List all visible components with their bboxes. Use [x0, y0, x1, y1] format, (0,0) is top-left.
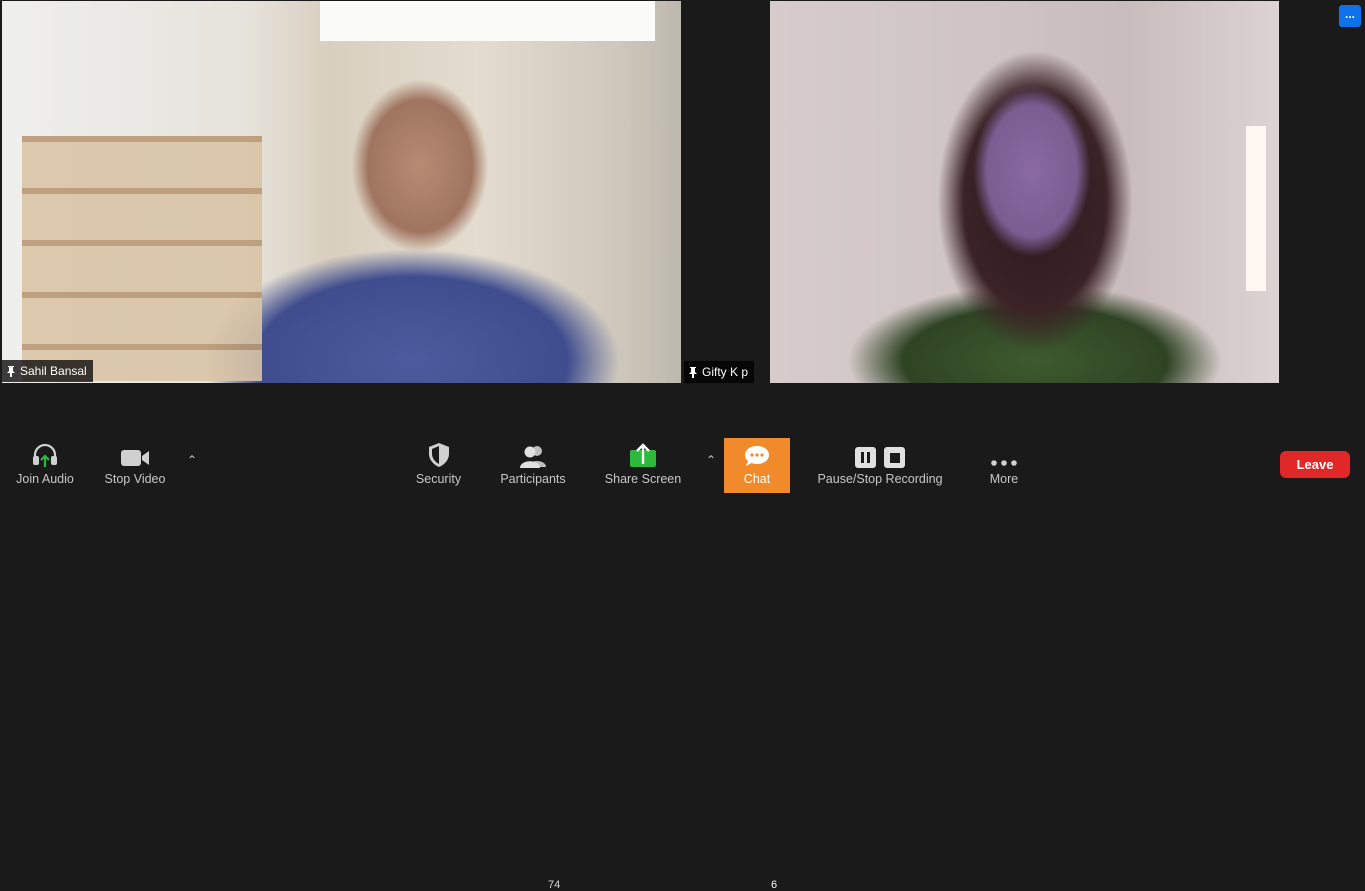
- share-options-caret-icon[interactable]: ⌃: [706, 453, 716, 467]
- participant-name-label: Sahil Bansal: [2, 360, 93, 382]
- participants-count: 74: [548, 879, 561, 891]
- video-camera-icon: [121, 450, 149, 466]
- stop-video-button[interactable]: Stop Video: [102, 438, 168, 493]
- pause-icon: [861, 452, 870, 463]
- pin-icon: [689, 367, 697, 378]
- video-options-caret-icon[interactable]: ⌃: [187, 453, 197, 467]
- headphones-icon: [33, 443, 57, 467]
- chat-bubble-icon: [745, 446, 769, 466]
- participants-icon: [520, 446, 546, 468]
- chat-label: Chat: [743, 472, 771, 486]
- join-audio-button[interactable]: Join Audio: [14, 438, 76, 493]
- stop-icon: [889, 452, 900, 463]
- security-label: Security: [415, 472, 462, 486]
- more-options-button[interactable]: ...: [1339, 5, 1361, 27]
- background-lamp: [1246, 126, 1266, 291]
- participant-name: Sahil Bansal: [20, 364, 87, 378]
- pause-recording-button[interactable]: [855, 447, 876, 468]
- share-screen-button[interactable]: Share Screen: [603, 438, 683, 493]
- security-button[interactable]: Security: [411, 438, 466, 493]
- video-gallery: Sahil Bansal Gifty K p ...: [0, 0, 1365, 438]
- participants-button[interactable]: Participants: [497, 438, 569, 493]
- meeting-toolbar: Join Audio Stop Video ⌃ Security Partici…: [0, 438, 1365, 891]
- more-button[interactable]: More: [984, 438, 1024, 493]
- participant-name-label: Gifty K p: [684, 361, 755, 383]
- stop-video-label: Stop Video: [104, 472, 166, 486]
- leave-meeting-button[interactable]: Leave: [1280, 451, 1350, 478]
- background-shelf: [22, 136, 262, 381]
- more-label: More: [989, 472, 1019, 486]
- stop-recording-button[interactable]: [884, 447, 905, 468]
- share-screen-label: Share Screen: [604, 472, 682, 486]
- join-audio-label: Join Audio: [16, 472, 74, 486]
- recording-controls: Pause/Stop Recording: [815, 438, 945, 493]
- ceiling-light: [320, 1, 655, 41]
- video-tile-sahil[interactable]: [2, 1, 681, 383]
- participants-label: Participants: [500, 472, 566, 486]
- chat-button[interactable]: Chat: [724, 438, 790, 493]
- share-screen-icon: [630, 443, 656, 467]
- pin-icon: [7, 366, 15, 377]
- more-dots-icon: [991, 460, 1017, 466]
- recording-label: Pause/Stop Recording: [817, 472, 943, 486]
- shield-icon: [428, 443, 449, 467]
- participant-name: Gifty K p: [702, 365, 749, 379]
- video-tile-gifty[interactable]: [770, 1, 1279, 383]
- chat-unread-count: 6: [771, 879, 778, 891]
